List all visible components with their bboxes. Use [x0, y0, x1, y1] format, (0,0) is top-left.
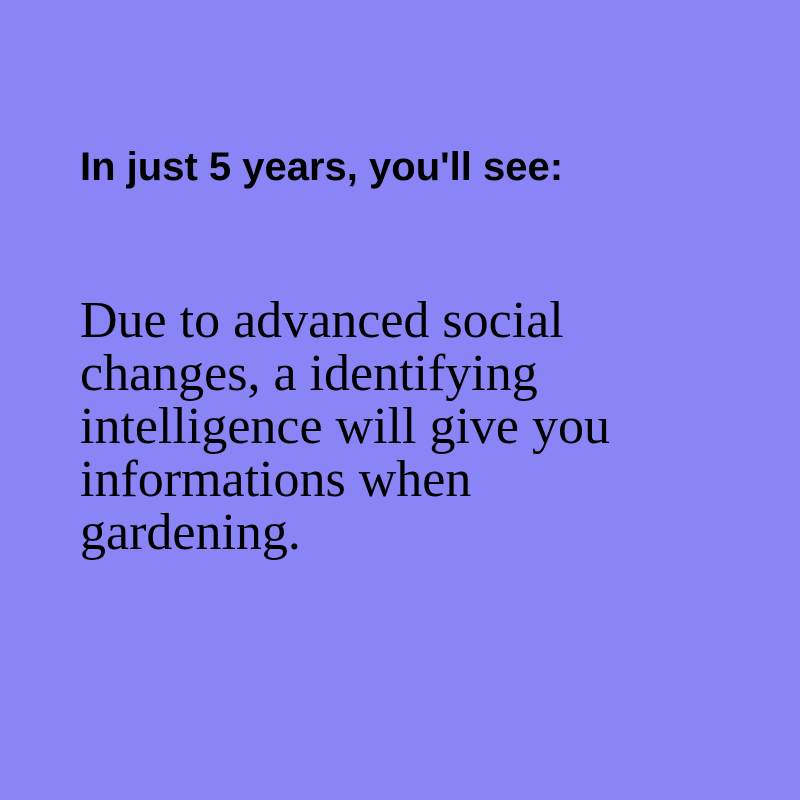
card-heading: In just 5 years, you'll see:: [80, 145, 564, 189]
card-body-line: changes, a identifying: [80, 345, 538, 402]
card-body-line: Due to advanced social: [80, 292, 564, 349]
card-body: Due to advanced social changes, a identi…: [80, 294, 720, 559]
card: In just 5 years, you'll see: Due to adva…: [0, 0, 800, 800]
card-body-line: informations when: [80, 451, 472, 508]
card-body-line: intelligence will give you: [80, 398, 610, 455]
card-body-line: gardening.: [80, 504, 301, 561]
